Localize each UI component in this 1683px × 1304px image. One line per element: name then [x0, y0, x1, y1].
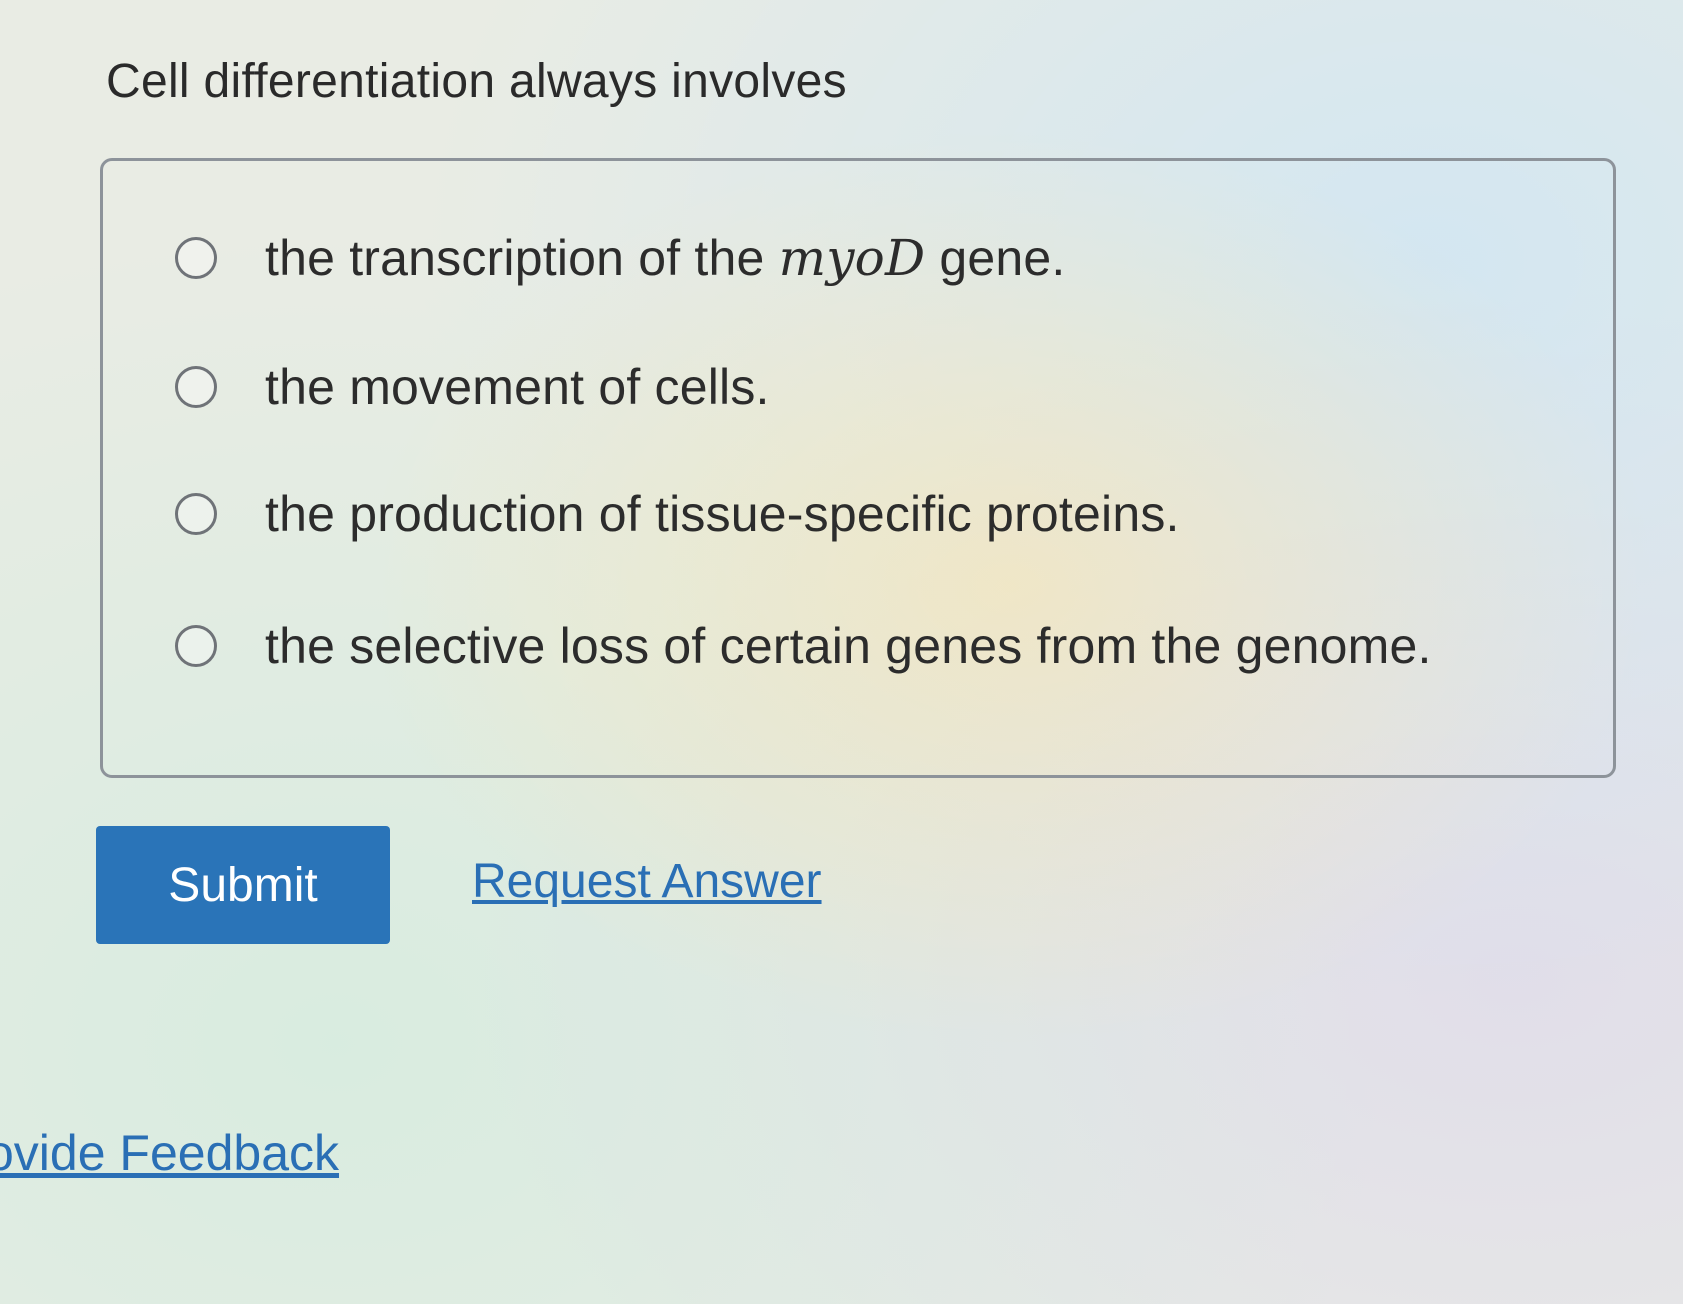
choice-text-suffix: gene.	[925, 230, 1066, 286]
radio-button[interactable]	[175, 493, 217, 535]
choice-1[interactable]: the transcription of the myoD gene.	[175, 229, 1066, 287]
math-gene-name: myoD	[778, 229, 926, 287]
provide-feedback-link[interactable]: ovide Feedback	[0, 1124, 339, 1182]
choice-label: the movement of cells.	[265, 359, 770, 415]
choice-4[interactable]: the selective loss of certain genes from…	[175, 617, 1432, 675]
choice-label: the transcription of the myoD gene.	[265, 229, 1066, 287]
choice-label: the production of tissue-specific protei…	[265, 486, 1180, 542]
choice-text: the transcription of the	[265, 230, 779, 286]
choice-label: the selective loss of certain genes from…	[265, 618, 1432, 674]
radio-button[interactable]	[175, 237, 217, 279]
choice-3[interactable]: the production of tissue-specific protei…	[175, 485, 1180, 543]
submit-button[interactable]: Submit	[96, 826, 390, 944]
request-answer-link[interactable]: Request Answer	[472, 854, 822, 909]
choice-2[interactable]: the movement of cells.	[175, 358, 770, 416]
radio-button[interactable]	[175, 625, 217, 667]
question-title: Cell differentiation always involves	[106, 55, 847, 108]
answer-choices-box: the transcription of the myoD gene. the …	[100, 158, 1616, 778]
radio-button[interactable]	[175, 366, 217, 408]
